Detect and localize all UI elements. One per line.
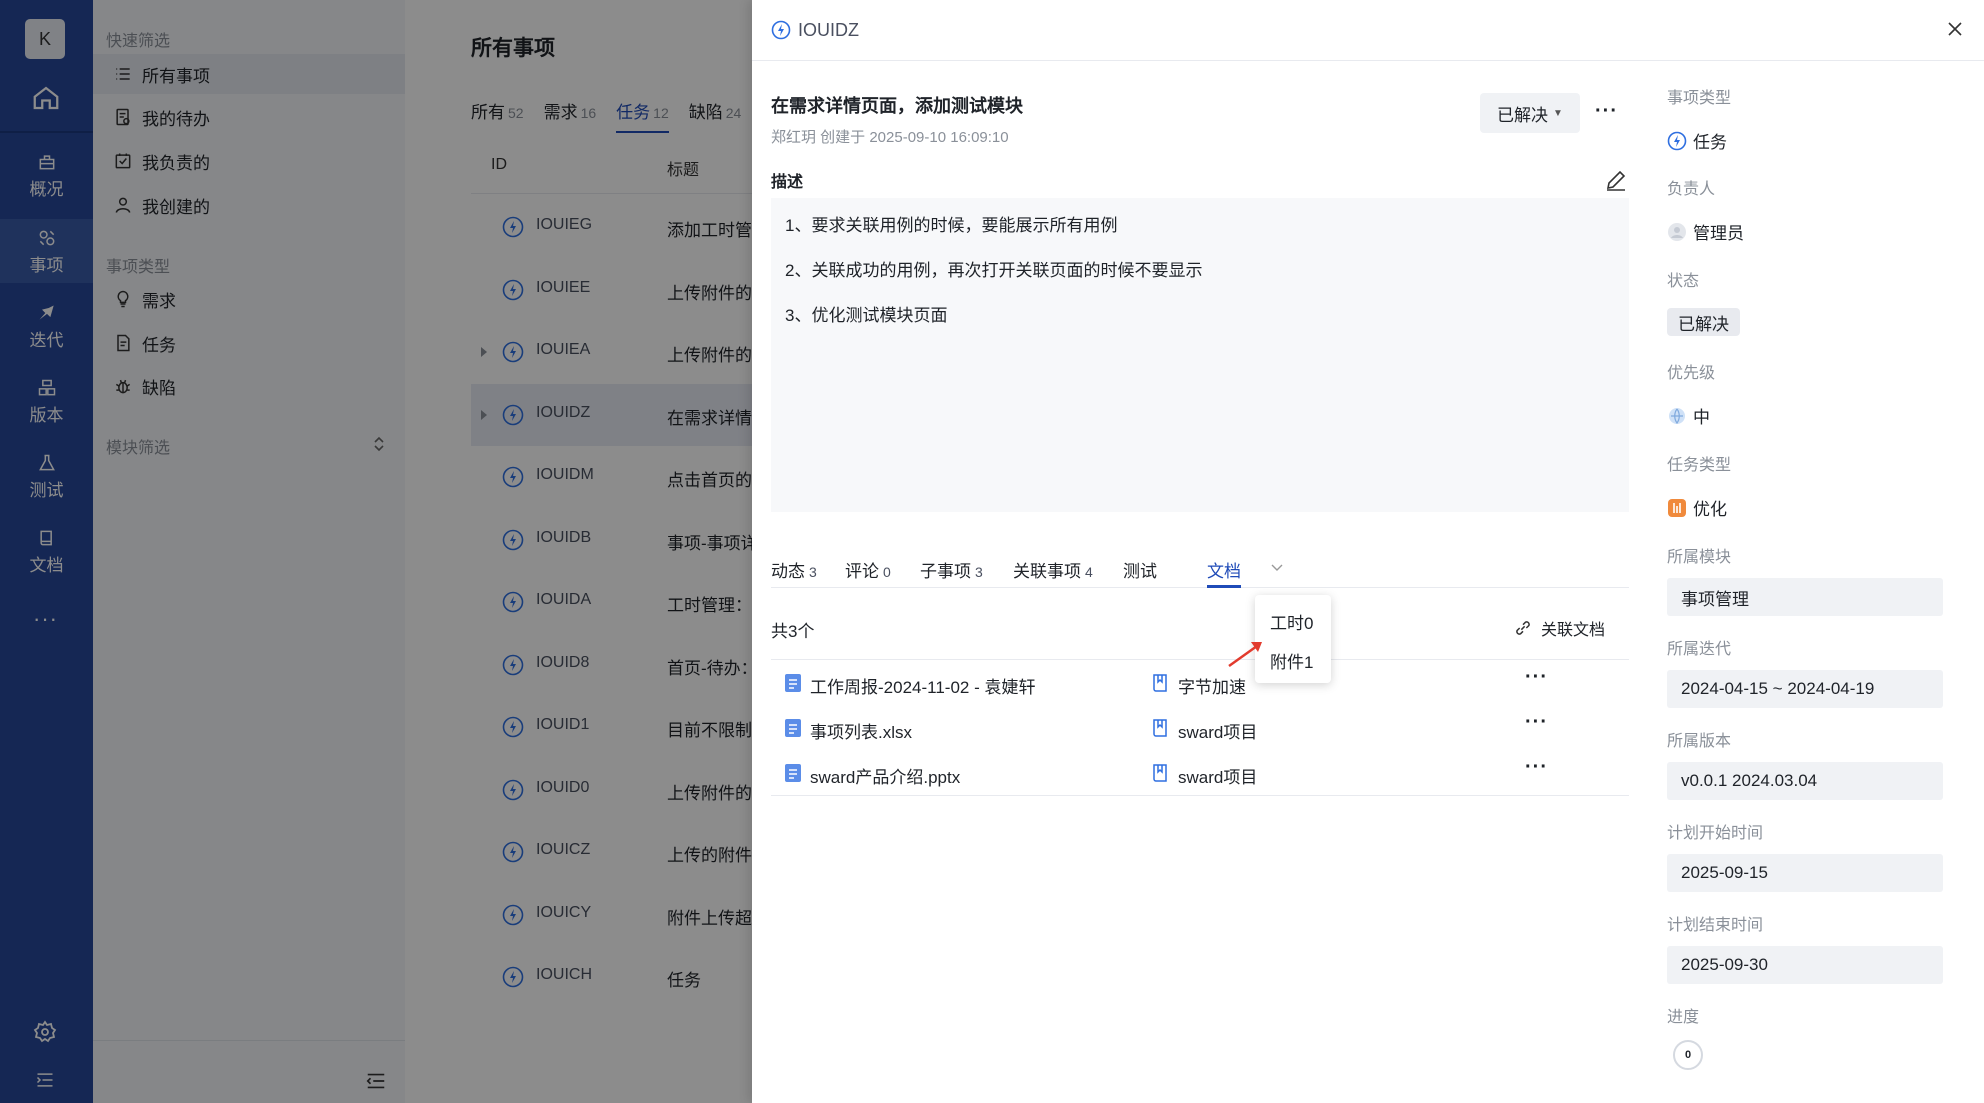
prop-label: 所属迭代 [1667,641,1732,658]
prop-value: 优化 [1693,500,1727,519]
modal-overlay[interactable] [0,0,752,1103]
detail-tabs: 动态 3 评论 0 子事项 3 关联事项 4 测试 文档 [771,557,1629,588]
tab-activity[interactable]: 动态 3 [771,557,817,582]
prop-label: 所属模块 [1667,549,1732,566]
document-more-button[interactable]: ··· [1525,756,1548,779]
link-document-button[interactable]: 关联文档 [1513,616,1605,640]
status-dropdown[interactable]: 已解决 ▼ [1480,93,1580,133]
prop-label: 任务类型 [1667,457,1732,474]
book-icon [1153,674,1167,692]
document-project: sward项目 [1178,723,1258,742]
tab-related-items[interactable]: 关联事项 4 [1013,557,1093,582]
link-icon [1516,621,1530,635]
tab-count: 0 [883,564,891,580]
description-line: 1、要求关联用例的时候，要能展示所有用例 [785,216,1118,235]
tab-label: 测试 [1123,562,1157,581]
description-label: 描述 [771,174,804,191]
prop-version[interactable]: v0.0.1 2024.03.04 [1667,762,1943,800]
document-name[interactable]: 事项列表.xlsx [810,718,912,743]
item-title[interactable]: 在需求详情页面，添加测试模块 [771,92,1023,118]
document-row[interactable]: 事项列表.xlsx sward项目 ··· [771,705,1629,750]
prop-value: 任务 [1693,133,1727,152]
tab-comments[interactable]: 评论 0 [845,557,891,582]
book-icon [1153,719,1167,737]
tab-label: 子事项 [920,562,971,581]
document-row[interactable]: 工作周报-2024-11-02 - 袁婕轩 字节加速 ··· [771,660,1629,705]
document-row[interactable]: sward产品介绍.pptx sward项目 ··· [771,750,1629,795]
prop-task-type[interactable]: 优化 [1667,495,1727,520]
document-file-icon [785,764,801,782]
prop-start-date[interactable]: 2025-09-15 [1667,854,1943,892]
document-project: 字节加速 [1178,678,1246,697]
description-box[interactable]: 1、要求关联用例的时候，要能展示所有用例 2、关联成功的用例，再次打开关联页面的… [771,198,1629,512]
link-document-label: 关联文档 [1541,622,1606,639]
document-file-icon [785,674,801,692]
description-line: 3、优化测试模块页面 [785,306,948,325]
document-more-button[interactable]: ··· [1525,666,1548,689]
prop-label: 所属版本 [1667,733,1732,750]
drawer-item-id: IOUIDZ [798,20,859,40]
tab-count: 3 [809,564,817,580]
doc-table-divider [771,795,1629,796]
tab-label: 评论 [845,562,879,581]
prop-label: 负责人 [1667,181,1716,198]
description-line: 2、关联成功的用例，再次打开关联页面的时候不要显示 [785,261,1203,280]
document-name[interactable]: sward产品介绍.pptx [810,763,960,788]
tab-count: 3 [975,564,983,580]
priority-icon [1669,407,1685,424]
prop-label: 计划开始时间 [1667,825,1764,842]
document-project: sward项目 [1178,768,1258,787]
prop-priority[interactable]: 中 [1667,403,1710,428]
tab-test[interactable]: 测试 [1123,557,1157,582]
status-badge[interactable]: 已解决 [1667,308,1740,336]
properties-panel: 事项类型 任务 负责人 管理员 状态 已解决 优先级 中 任务类型 优化 所属模… [1667,0,1984,1103]
menu-item-attachments[interactable]: 附件1 [1270,648,1313,673]
progress-ring[interactable]: 0 [1673,1040,1703,1070]
document-more-button[interactable]: ··· [1525,711,1548,734]
chevron-down-icon[interactable] [1270,560,1284,574]
status-label: 已解决 [1497,105,1549,125]
tab-overflow-menu: 工时0 附件1 [1255,595,1331,683]
prop-label: 计划结束时间 [1667,917,1764,934]
task-type-icon [1667,131,1687,150]
tab-subitems[interactable]: 子事项 3 [920,557,983,582]
optimize-icon [1668,498,1686,517]
prop-label: 事项类型 [1667,90,1732,107]
prop-value: 管理员 [1693,224,1744,243]
document-count: 共3个 [771,622,815,641]
task-type-icon [771,20,791,40]
annotation-arrow-icon [1228,642,1262,668]
tab-documents[interactable]: 文档 [1207,557,1241,588]
item-meta: 郑红玥 创建于 2025-09-10 16:09:10 [771,129,1009,146]
edit-icon[interactable] [1604,168,1628,192]
document-name[interactable]: 工作周报-2024-11-02 - 袁婕轩 [810,673,1035,698]
tab-label: 动态 [771,562,805,581]
menu-item-worklog[interactable]: 工时0 [1270,609,1313,634]
user-avatar-icon [1668,222,1686,241]
work-item-drawer: IOUIDZ 在需求详情页面，添加测试模块 郑红玥 创建于 2025-09-10… [752,0,1984,1103]
tab-count: 4 [1085,564,1093,580]
tab-label: 关联事项 [1013,562,1081,581]
prop-end-date[interactable]: 2025-09-30 [1667,946,1943,984]
prop-sprint[interactable]: 2024-04-15 ~ 2024-04-19 [1667,670,1943,708]
chevron-down-icon: ▼ [1553,107,1563,119]
prop-value: 中 [1693,408,1710,427]
more-actions-button[interactable]: ··· [1595,100,1618,123]
tab-label: 文档 [1207,562,1241,581]
prop-label: 进度 [1667,1009,1700,1026]
book-icon [1153,764,1167,782]
prop-label: 状态 [1667,273,1700,290]
prop-owner[interactable]: 管理员 [1667,219,1744,244]
document-file-icon [785,719,801,737]
prop-label: 优先级 [1667,365,1716,382]
prop-module[interactable]: 事项管理 [1667,578,1943,616]
prop-type[interactable]: 任务 [1667,128,1727,153]
